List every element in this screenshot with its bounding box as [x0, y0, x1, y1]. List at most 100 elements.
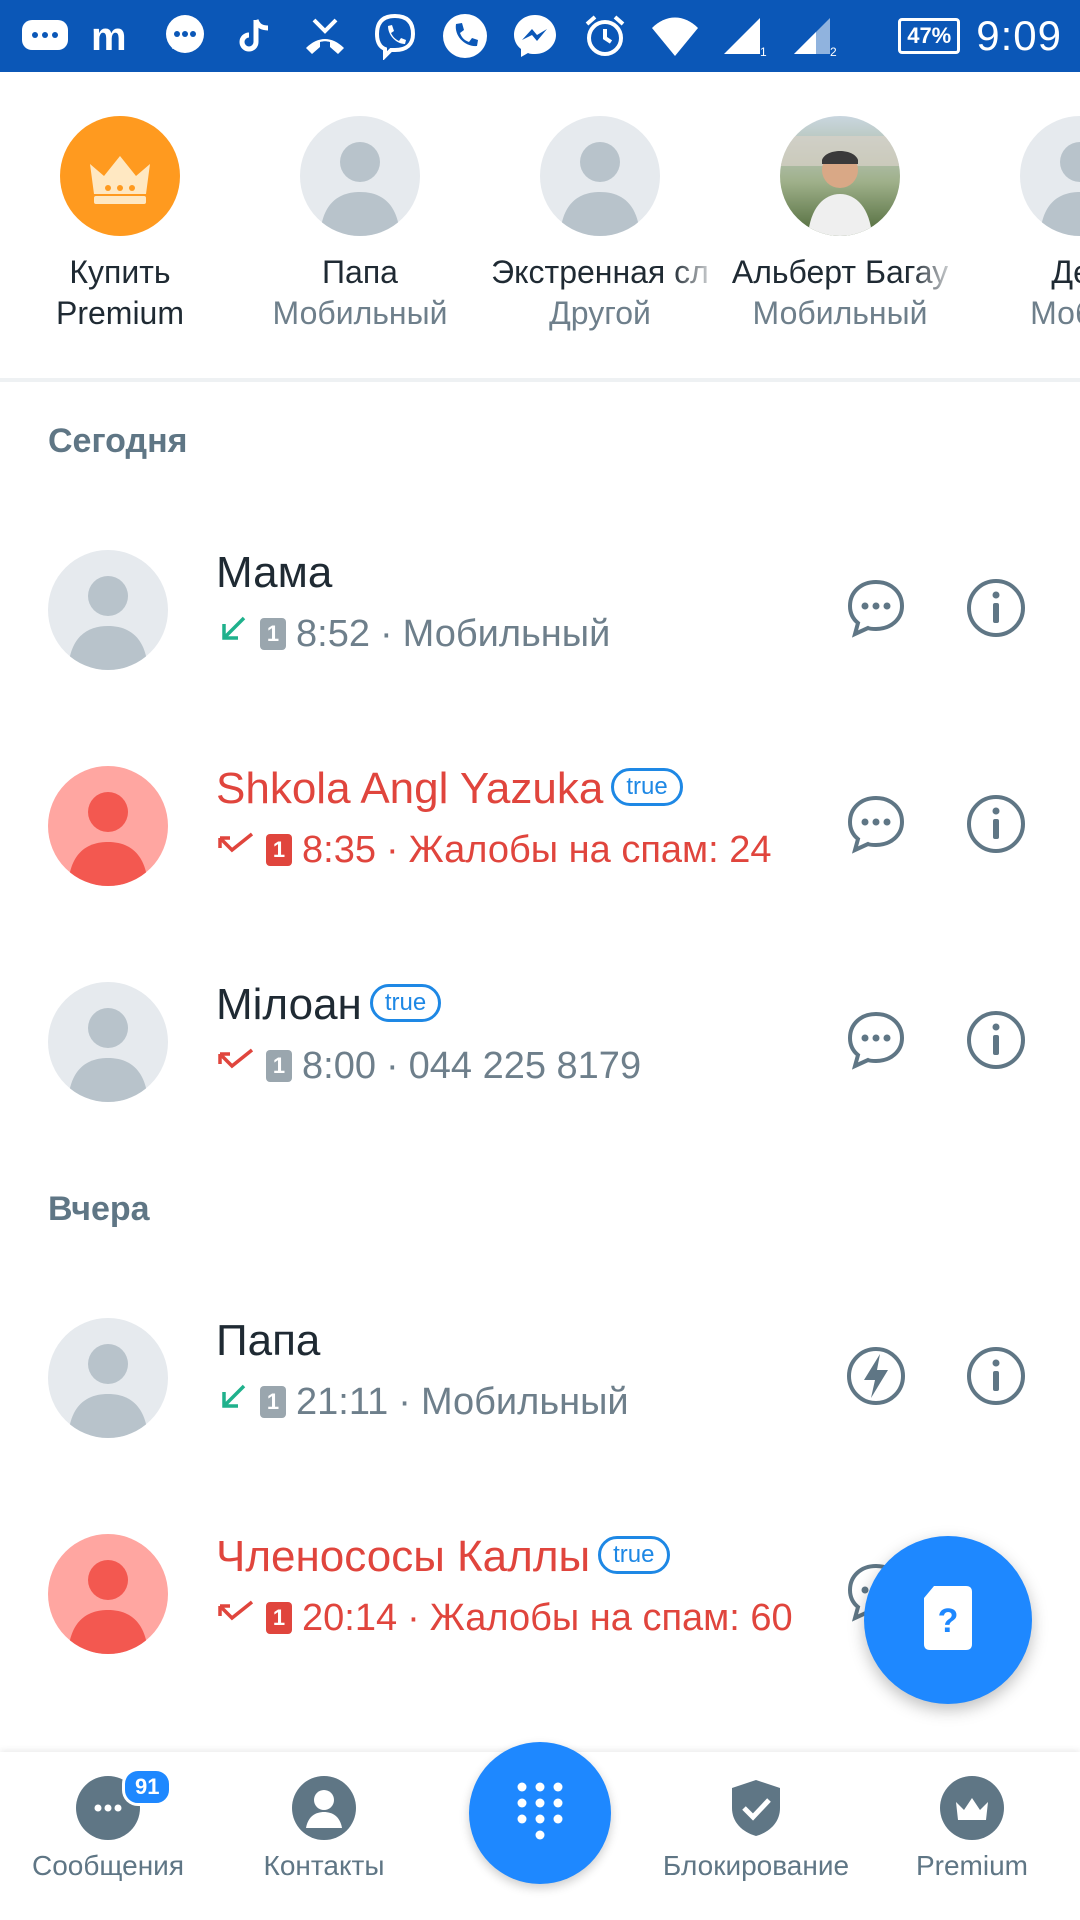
sms-notification-icon: [18, 9, 72, 63]
favorite-name: Альберт Багау: [731, 254, 949, 290]
divider: [0, 378, 1080, 382]
section-yesterday: Вчера: [48, 1190, 150, 1228]
info-button[interactable]: [964, 576, 1028, 640]
nav-contacts[interactable]: Контакты: [216, 1776, 432, 1882]
contact-name: Папа: [216, 1316, 321, 1365]
true-tag: true: [611, 768, 683, 807]
svg-text:2: 2: [830, 45, 837, 58]
favorite-sub: Мобильный: [272, 295, 448, 331]
call-time: 8:35: [302, 828, 376, 871]
spam-reports: Жалобы на спам: 24: [408, 828, 772, 871]
favorite-name: Купить: [69, 254, 171, 290]
call-details: 1 8:52 · Мобильный: [216, 612, 610, 656]
call-details: 1 8:00 · 044 225 8179: [216, 1044, 641, 1088]
call-type: Мобильный: [420, 1380, 629, 1423]
contact-name: Shkola Angl Yazuka true: [216, 764, 683, 814]
incoming-call-icon: [216, 612, 250, 656]
nav-messages[interactable]: 91 Сообщения: [0, 1768, 216, 1882]
info-button[interactable]: [964, 1008, 1028, 1072]
call-details: 1 21:11 · Мобильный: [216, 1380, 629, 1424]
call-time: 8:00: [302, 1044, 376, 1087]
question-sim-icon: ?: [918, 1582, 978, 1659]
sim-badge: 1: [266, 1050, 292, 1082]
signal-sim2-icon: 2: [788, 9, 842, 63]
favorite-papa[interactable]: Папа Мобильный: [240, 116, 480, 332]
sim-badge: 1: [266, 1602, 292, 1634]
tiktok-icon: [228, 9, 282, 63]
favorite-sub: Мобил: [1030, 295, 1080, 331]
crown-avatar: [60, 116, 180, 236]
call-log-item[interactable]: Мiлоан true 1 8:00 · 044 225 8179: [0, 950, 1080, 1130]
nav-label: Контакты: [263, 1850, 385, 1881]
favorite-den[interactable]: Ден Мобил: [960, 116, 1080, 332]
svg-text:m: m: [91, 16, 127, 56]
fab-dual-sim-button[interactable]: ?: [864, 1536, 1032, 1704]
flash-message-button[interactable]: [844, 1344, 908, 1408]
person-avatar-icon: [48, 550, 168, 670]
premium-crown-icon: [940, 1776, 1004, 1840]
nav-label: Сообщения: [32, 1850, 184, 1881]
section-today: Сегодня: [48, 422, 188, 460]
incoming-call-icon: [216, 1380, 250, 1424]
favorite-emergency[interactable]: Экстренная сл Другой: [480, 116, 720, 332]
sim-badge: 1: [266, 834, 292, 866]
phone-icon: [438, 9, 492, 63]
messenger-bubble-icon: [158, 9, 212, 63]
info-button[interactable]: [964, 1344, 1028, 1408]
alarm-icon: [578, 9, 632, 63]
call-type: Мобильный: [402, 612, 611, 655]
dialpad-icon: [512, 1779, 568, 1848]
clock: 9:09: [976, 12, 1062, 59]
contacts-icon: [292, 1776, 356, 1840]
favorite-sub: Мобильный: [752, 295, 928, 331]
favorite-sub: Другой: [549, 295, 651, 331]
viber-icon: [368, 9, 422, 63]
contact-name: Мама: [216, 548, 333, 597]
message-button[interactable]: [844, 576, 908, 640]
call-log-item[interactable]: Папа 1 21:11 · Мобильный: [0, 1286, 1080, 1466]
dialpad-button[interactable]: [469, 1742, 611, 1884]
nav-blocking[interactable]: Блокирование: [648, 1776, 864, 1882]
person-avatar-icon: [48, 1318, 168, 1438]
favorite-buy-premium[interactable]: Купить Premium: [0, 116, 240, 332]
messages-badge: 91: [122, 1768, 173, 1806]
phone-number: 044 225 8179: [408, 1044, 642, 1087]
status-bar: m 1 2 47% 9:09: [0, 0, 1080, 72]
spam-person-avatar-icon: [48, 1534, 168, 1654]
spam-person-avatar-icon: [48, 766, 168, 886]
favorite-name: Ден: [1051, 254, 1080, 290]
favorite-name: Папа: [322, 254, 398, 290]
favorite-sub: Premium: [55, 295, 184, 331]
battery-indicator: 47%: [898, 18, 961, 54]
call-time: 20:14: [302, 1596, 398, 1639]
facebook-messenger-icon: [508, 9, 562, 63]
call-details: 1 8:35 · Жалобы на спам: 24: [216, 828, 772, 872]
nav-label: Блокирование: [662, 1850, 850, 1881]
sim-badge: 1: [260, 1386, 286, 1418]
message-button[interactable]: [844, 1008, 908, 1072]
call-log-item[interactable]: Мама 1 8:52 · Мобильный: [0, 518, 1080, 698]
info-button[interactable]: [964, 792, 1028, 856]
person-avatar-icon: [48, 982, 168, 1102]
svg-text:?: ?: [938, 1602, 959, 1640]
sim-badge: 1: [260, 618, 286, 650]
missed-call-icon: [216, 1044, 256, 1088]
missed-call-icon: [216, 1596, 256, 1640]
favorite-name: Экстренная сл: [491, 254, 709, 290]
missed-call-icon: [216, 828, 256, 872]
missed-call-icon: [298, 9, 352, 63]
wifi-icon: [648, 9, 702, 63]
call-time: 21:11: [296, 1380, 389, 1423]
favorite-albert[interactable]: Альберт Багау Мобильный: [720, 116, 960, 332]
person-avatar-icon: [1020, 116, 1080, 236]
person-avatar-icon: [300, 116, 420, 236]
message-button[interactable]: [844, 792, 908, 856]
true-tag: true: [369, 984, 442, 1023]
nav-premium[interactable]: Premium: [864, 1776, 1080, 1882]
call-time: 8:52: [296, 612, 370, 655]
svg-text:1: 1: [760, 45, 767, 58]
call-log-item[interactable]: Shkola Angl Yazuka true 1 8:35 · Жалобы н…: [0, 734, 1080, 914]
shield-check-icon: [724, 1776, 788, 1840]
gmail-icon: m: [88, 9, 142, 63]
nav-label: Premium: [915, 1850, 1028, 1881]
